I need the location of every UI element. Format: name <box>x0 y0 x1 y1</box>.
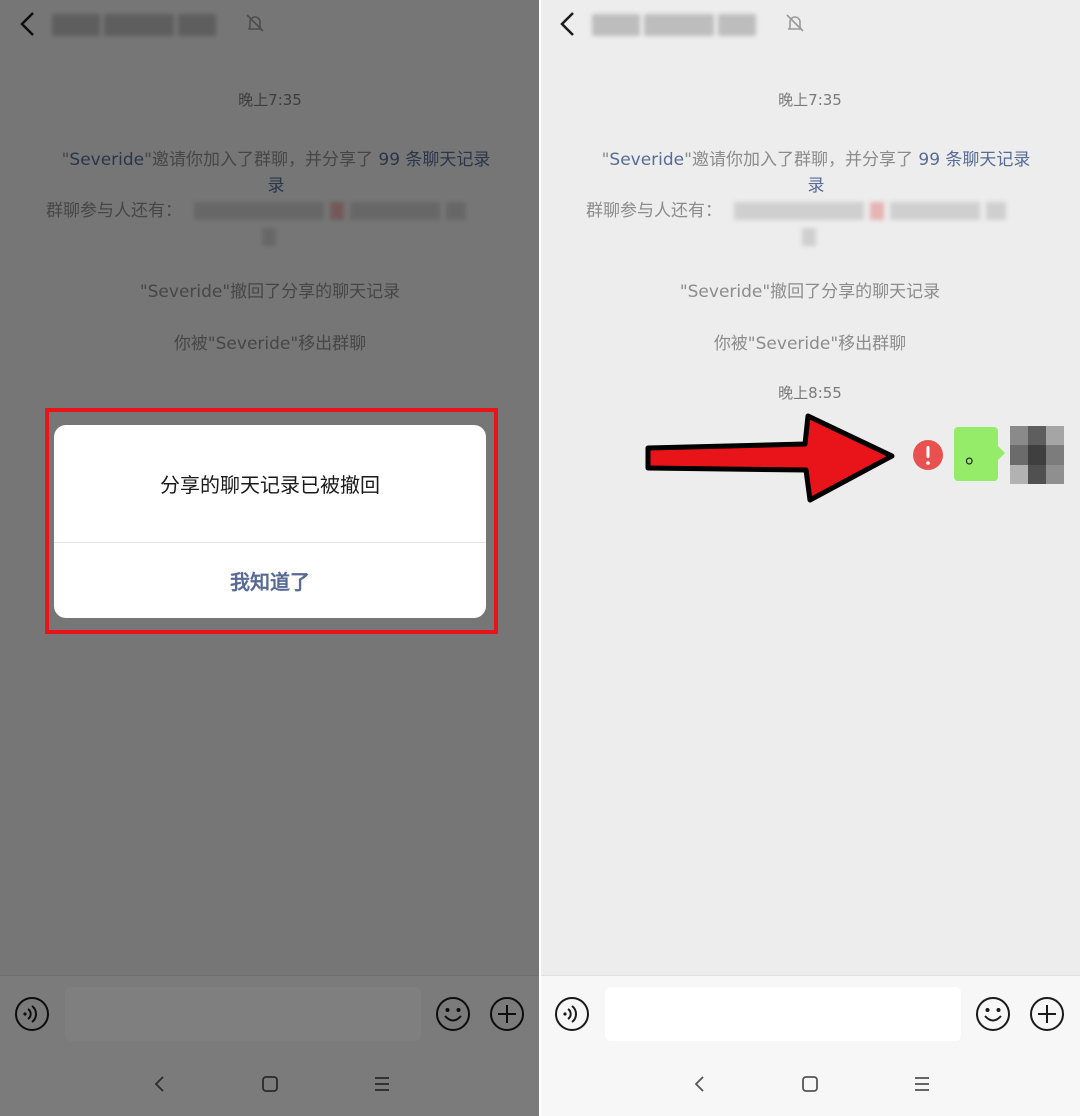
chat-history-link[interactable]: 99 条聊天记录 <box>918 150 1030 170</box>
input-bar <box>540 975 1080 1052</box>
inviter-name-link[interactable]: Severide <box>609 150 684 170</box>
timestamp: 晚上7:35 <box>778 91 842 109</box>
back-chevron-icon[interactable] <box>556 10 580 38</box>
system-nav-bar <box>540 1052 1080 1116</box>
emoji-icon[interactable] <box>975 996 1011 1032</box>
right-screenshot: 晚上7:35 "Severide"邀请你加入了群聊，并分享了 99 条聊天记录录… <box>540 0 1080 1116</box>
nav-back-icon[interactable] <box>688 1072 712 1096</box>
invite-notice: "Severide"邀请你加入了群聊，并分享了 99 条聊天记录录 <box>601 150 1031 196</box>
bell-off-icon <box>786 14 804 32</box>
nav-menu-icon[interactable] <box>910 1072 934 1096</box>
bubble-tail <box>997 445 1005 461</box>
timestamp: 晚上8:55 <box>778 384 842 402</box>
highlight-box <box>45 408 498 634</box>
left-screenshot: 晚上7:35 "Severide"邀请你加入了群聊，并分享了 99 条聊天记录录… <box>0 0 540 1116</box>
chat-header <box>540 0 1080 50</box>
removed-notice: 你被"Severide"移出群聊 <box>713 334 907 354</box>
plus-icon[interactable] <box>1029 996 1065 1032</box>
message-input[interactable] <box>605 987 961 1041</box>
avatar[interactable] <box>1010 426 1064 484</box>
participants-redacted <box>734 202 1006 220</box>
nav-home-icon[interactable] <box>798 1072 822 1096</box>
message-bubble[interactable]: 。 <box>954 427 998 481</box>
red-arrow <box>645 413 895 503</box>
panel-divider <box>539 0 541 1116</box>
revoke-notice: "Severide"撤回了分享的聊天记录 <box>679 282 941 302</box>
chat-title-redacted <box>592 12 782 38</box>
voice-icon[interactable] <box>554 996 590 1032</box>
error-exclamation-icon[interactable] <box>912 439 944 471</box>
